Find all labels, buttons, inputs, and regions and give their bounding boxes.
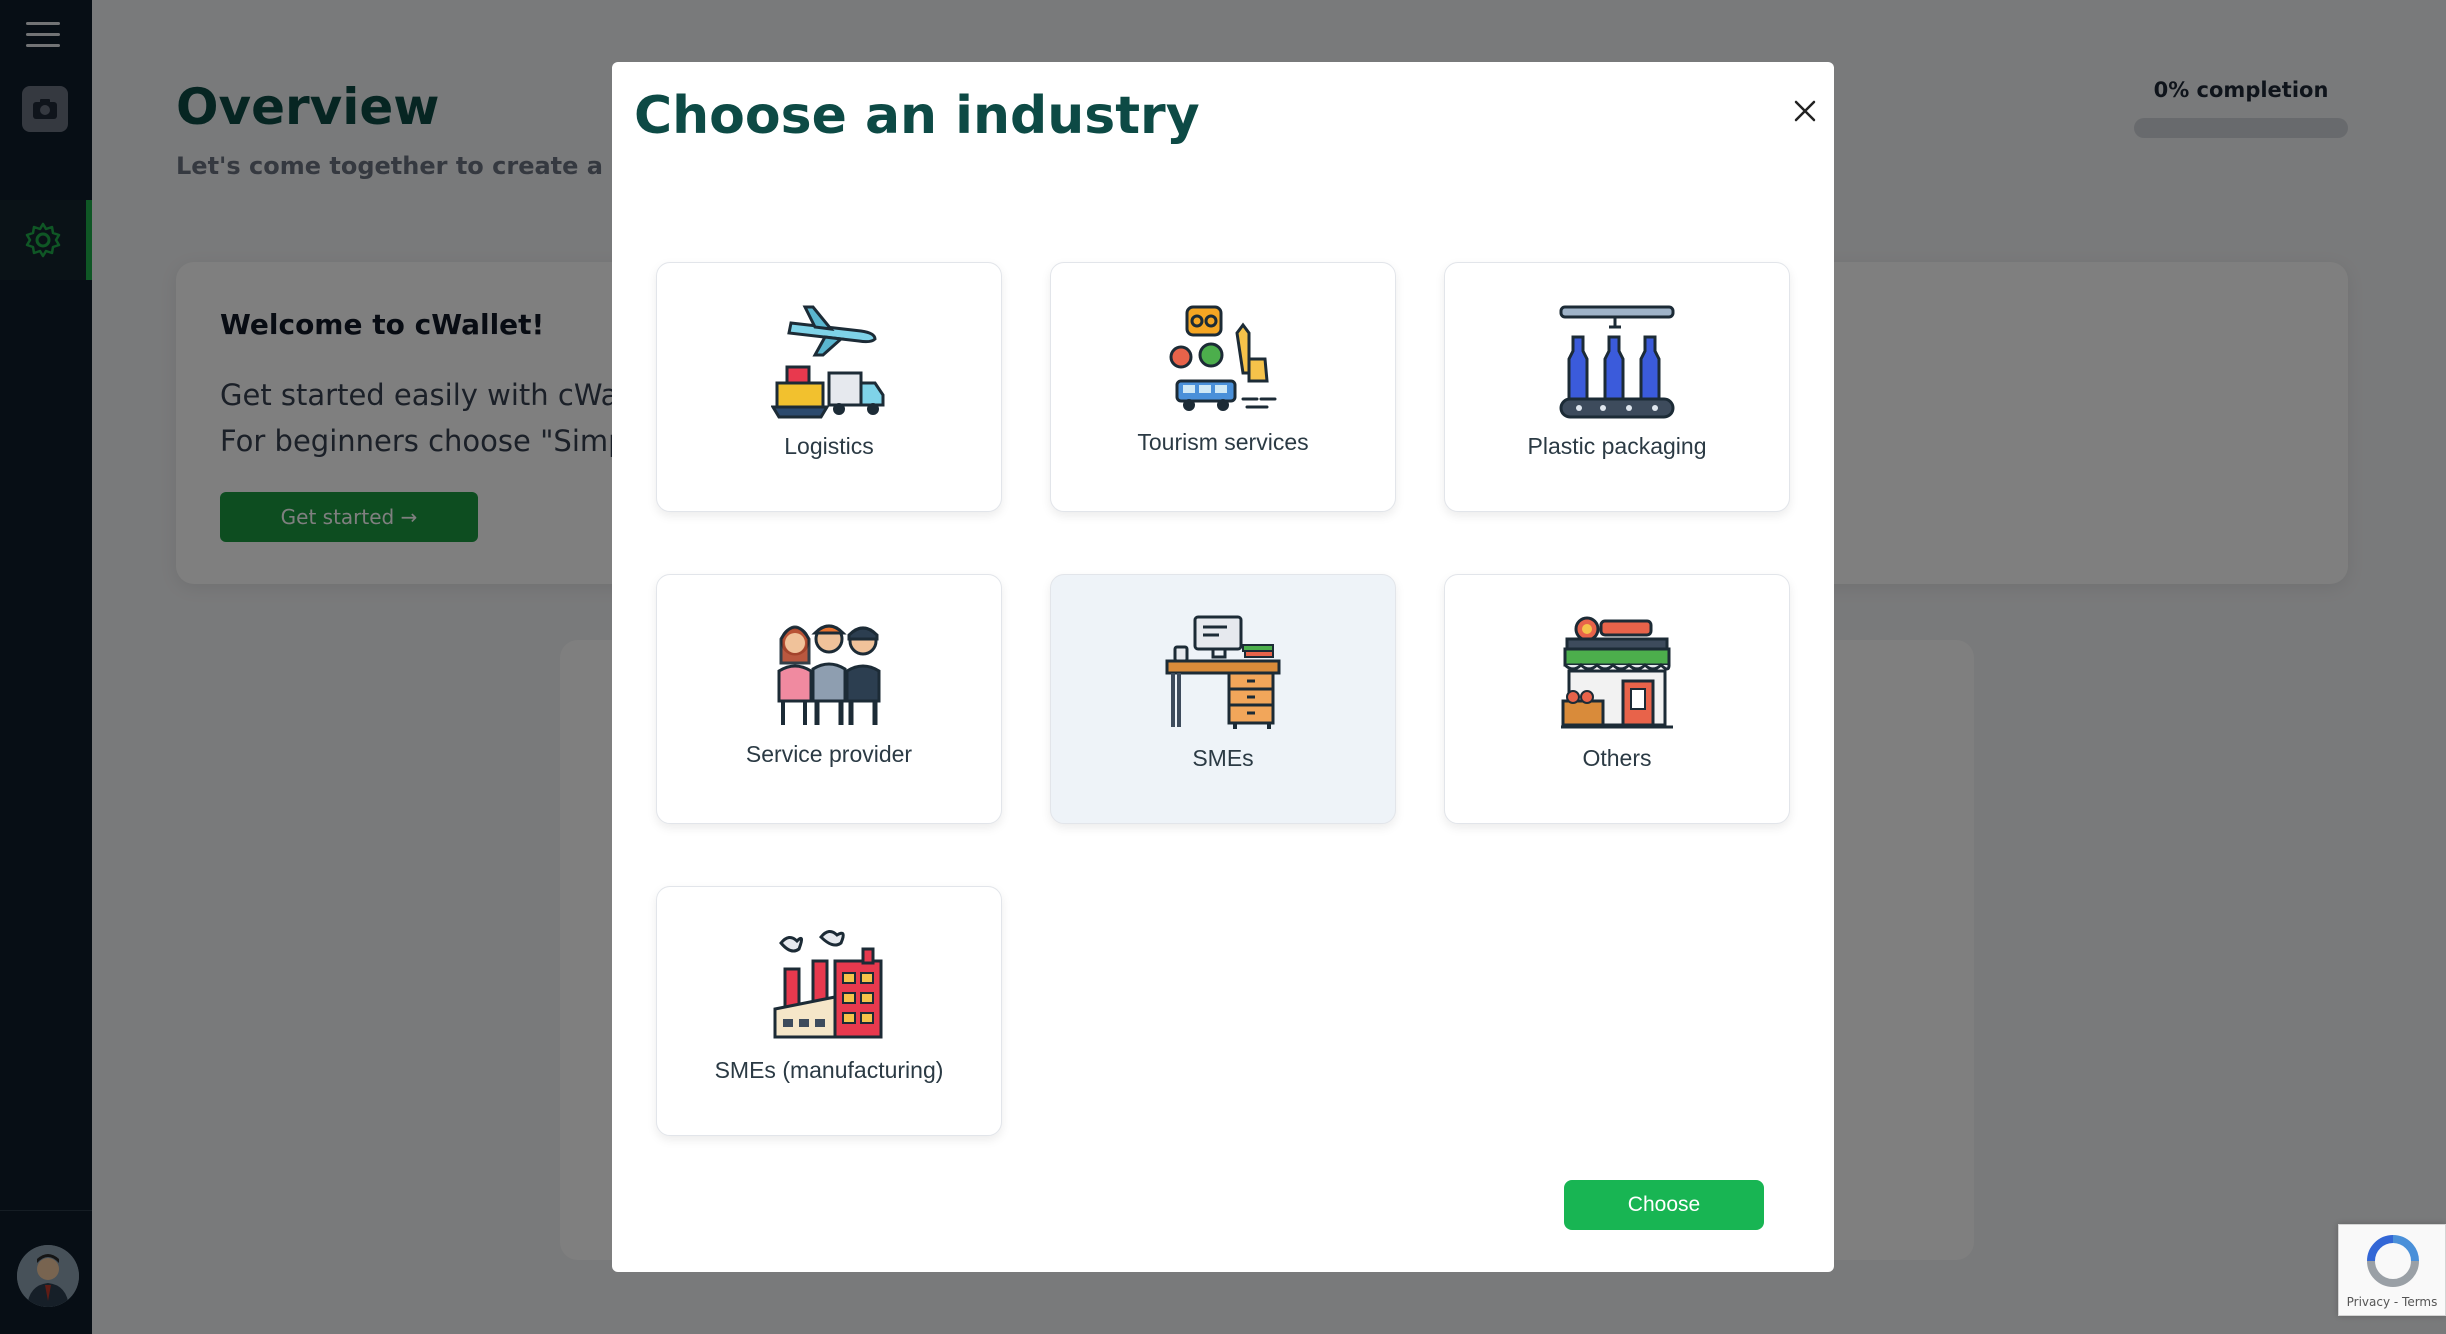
option-label: SMEs: [1192, 745, 1254, 771]
recaptcha-badge[interactable]: Privacy - Terms: [2338, 1224, 2446, 1316]
industry-option-tourism-services[interactable]: Tourism services: [1050, 262, 1396, 512]
option-label: SMEs (manufacturing): [714, 1057, 944, 1083]
option-label: Logistics: [784, 433, 874, 459]
option-label: Plastic packaging: [1527, 433, 1707, 459]
industry-option-plastic-packaging[interactable]: Plastic packaging: [1444, 262, 1790, 512]
industry-option-logistics[interactable]: Logistics: [656, 262, 1002, 512]
logistics-icon: [771, 305, 885, 419]
recaptcha-icon: [2367, 1235, 2419, 1287]
store-icon: [1561, 616, 1673, 729]
industry-option-smes-manufacturing[interactable]: SMEs (manufacturing): [656, 886, 1002, 1136]
industry-modal: Choose an industry Logistics Tourism ser…: [612, 62, 1834, 1272]
modal-title: Choose an industry: [634, 86, 1200, 146]
close-icon[interactable]: [1782, 88, 1828, 134]
choose-button[interactable]: Choose: [1564, 1180, 1764, 1230]
option-label: Service provider: [745, 741, 913, 767]
tourism-icon: [1169, 305, 1277, 411]
industry-option-others[interactable]: Others: [1444, 574, 1790, 824]
factory-icon: [773, 930, 883, 1039]
option-label: Others: [1582, 745, 1652, 771]
recaptcha-links[interactable]: Privacy - Terms: [2339, 1295, 2445, 1309]
plastic-packaging-icon: [1559, 305, 1675, 419]
sme-desk-icon: [1165, 615, 1281, 729]
industry-option-service-provider[interactable]: Service provider: [656, 574, 1002, 824]
option-label: Tourism services: [1137, 429, 1309, 455]
industry-option-smes[interactable]: SMEs: [1050, 574, 1396, 824]
service-provider-icon: [777, 624, 881, 725]
